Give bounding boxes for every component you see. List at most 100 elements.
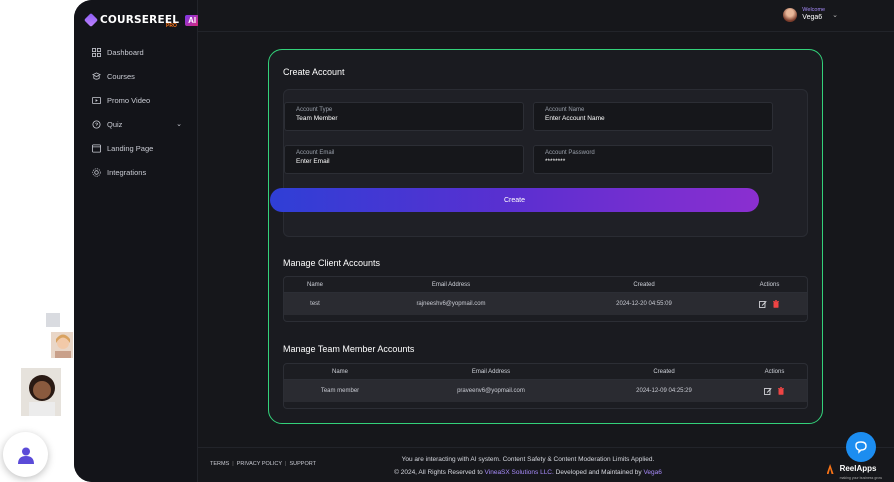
create-account-title: Create Account bbox=[283, 67, 345, 77]
chevron-down-icon[interactable]: ⌄ bbox=[176, 120, 182, 128]
terms-link[interactable]: TERMS bbox=[210, 461, 229, 467]
account-type-value: Team Member bbox=[296, 115, 338, 122]
company-link[interactable]: VineaSX Solutions LLC. bbox=[485, 469, 554, 476]
chat-icon bbox=[855, 441, 867, 454]
landing-icon bbox=[92, 143, 101, 153]
row-email: praveenv6@yopmail.com bbox=[457, 388, 525, 394]
separator: | bbox=[285, 461, 287, 467]
sidebar-item-label: Courses bbox=[107, 71, 135, 81]
table-footer-space bbox=[284, 402, 807, 408]
user-menu[interactable]: Welcome Vega6 ⌄ bbox=[783, 8, 838, 22]
account-management-card: Create Account Account Type Team Member … bbox=[268, 49, 823, 424]
reelapps-tag: making your business grow bbox=[839, 476, 882, 480]
sidebar-item-label: Promo Video bbox=[107, 95, 151, 105]
row-actions bbox=[742, 387, 807, 395]
column-header: Actions bbox=[764, 368, 785, 375]
client-accounts-table: Name Email Address Created Actions test … bbox=[283, 276, 808, 322]
create-account-form: Account Type Team Member Account Name En… bbox=[270, 89, 808, 237]
user-icon bbox=[17, 447, 34, 464]
account-email-field[interactable]: Account Email Enter Email bbox=[284, 145, 524, 174]
account-type-select[interactable]: Account Type Team Member bbox=[284, 102, 524, 131]
account-password-field[interactable]: Account Password ******** bbox=[533, 145, 773, 174]
row-name: test bbox=[310, 301, 320, 307]
sidebar-item-dashboard[interactable]: Dashboard bbox=[74, 40, 198, 64]
sidebar-item-landing-page[interactable]: Landing Page bbox=[74, 136, 198, 160]
support-link[interactable]: SUPPORT bbox=[289, 461, 316, 467]
column-header: Email Address bbox=[471, 368, 511, 375]
reelapps-icon bbox=[826, 464, 834, 474]
deco-square bbox=[46, 313, 60, 327]
delete-icon[interactable] bbox=[772, 300, 780, 308]
brand-badge: AI bbox=[185, 14, 200, 26]
avatar bbox=[783, 8, 798, 22]
table-footer-space bbox=[284, 315, 807, 321]
face-thumbnail bbox=[50, 331, 74, 359]
reelapps-logo[interactable]: ReelApps making your business grow bbox=[826, 458, 882, 480]
username: Vega6 bbox=[802, 14, 823, 22]
copyright-prefix: © 2024, All Rights Reserved to bbox=[394, 469, 485, 476]
developer-link[interactable]: Vega6 bbox=[643, 469, 661, 476]
brand-logo[interactable]: COURSEREEL AI bbox=[83, 12, 200, 28]
table-header: Name Email Address Created Actions bbox=[284, 364, 807, 380]
brand-sub: PRO bbox=[166, 23, 177, 29]
chevron-down-icon: ⌄ bbox=[832, 12, 838, 19]
account-name-label: Account Name bbox=[545, 107, 585, 113]
column-header: Name bbox=[331, 368, 348, 375]
team-accounts-title: Manage Team Member Accounts bbox=[283, 344, 415, 354]
row-actions bbox=[732, 300, 807, 308]
app-window: COURSEREEL AI PRO Dashboard Courses Prom… bbox=[74, 0, 894, 482]
account-password-label: Account Password bbox=[545, 150, 595, 156]
footer-links: TERMS | PRIVACY POLICY | SUPPORT bbox=[210, 461, 316, 467]
row-created: 2024-12-09 04:25:29 bbox=[636, 388, 692, 394]
row-created: 2024-12-20 04:55:09 bbox=[616, 301, 672, 307]
copyright: © 2024, All Rights Reserved to VineaSX S… bbox=[338, 466, 718, 479]
table-header: Name Email Address Created Actions bbox=[284, 277, 807, 293]
client-accounts-title: Manage Client Accounts bbox=[283, 258, 381, 268]
sidebar-item-label: Integrations bbox=[107, 167, 147, 177]
edit-icon[interactable] bbox=[759, 300, 767, 308]
account-email-placeholder: Enter Email bbox=[296, 158, 330, 165]
account-email-label: Account Email bbox=[296, 150, 335, 156]
sidebar-item-promo-video[interactable]: Promo Video bbox=[74, 88, 198, 112]
account-name-placeholder: Enter Account Name bbox=[545, 115, 605, 122]
row-name: Team member bbox=[320, 388, 360, 394]
integrations-icon bbox=[92, 167, 101, 177]
user-profile-button[interactable] bbox=[3, 432, 48, 477]
play-icon bbox=[92, 96, 101, 105]
account-name-field[interactable]: Account Name Enter Account Name bbox=[533, 102, 773, 131]
sidebar-item-quiz[interactable]: Quiz ⌄ bbox=[74, 112, 198, 136]
column-header: Email Address bbox=[431, 281, 471, 288]
edit-icon[interactable] bbox=[764, 387, 772, 395]
quiz-icon bbox=[92, 119, 101, 129]
sidebar-item-label: Dashboard bbox=[107, 47, 144, 57]
delete-icon[interactable] bbox=[777, 387, 785, 395]
sidebar-item-label: Landing Page bbox=[107, 143, 154, 153]
copyright-middle: Developed and Maintained by bbox=[553, 469, 644, 476]
reelapps-name: ReelApps bbox=[839, 464, 877, 473]
footer-notice: You are interacting with AI system. Cont… bbox=[338, 453, 718, 479]
column-header: Created bbox=[653, 368, 675, 375]
column-header: Actions bbox=[759, 281, 780, 288]
account-password-value: ******** bbox=[545, 158, 566, 165]
create-button[interactable]: Create bbox=[270, 188, 759, 212]
team-accounts-table: Name Email Address Created Actions Team … bbox=[283, 363, 808, 409]
sidebar-item-integrations[interactable]: Integrations bbox=[74, 160, 198, 184]
grid-icon bbox=[92, 47, 101, 57]
privacy-policy-link[interactable]: PRIVACY POLICY bbox=[237, 461, 282, 467]
courses-icon bbox=[92, 71, 101, 81]
ai-disclaimer: You are interacting with AI system. Cont… bbox=[401, 456, 655, 463]
sidebar-nav: Dashboard Courses Promo Video Quiz ⌄ Lan… bbox=[74, 40, 198, 184]
help-chat-button[interactable] bbox=[846, 432, 876, 462]
column-header: Created bbox=[633, 281, 655, 288]
sidebar-item-courses[interactable]: Courses bbox=[74, 64, 198, 88]
row-email: rajneeshv6@yopmail.com bbox=[416, 301, 486, 307]
table-row: Team member praveenv6@yopmail.com 2024-1… bbox=[284, 380, 807, 402]
table-row: test rajneeshv6@yopmail.com 2024-12-20 0… bbox=[284, 293, 807, 315]
logo-icon bbox=[83, 12, 99, 28]
top-bar: Welcome Vega6 ⌄ bbox=[198, 0, 894, 32]
sidebar: COURSEREEL AI PRO Dashboard Courses Prom… bbox=[74, 0, 200, 482]
separator: | bbox=[232, 461, 234, 467]
account-type-label: Account Type bbox=[296, 107, 333, 113]
footer: TERMS | PRIVACY POLICY | SUPPORT You are… bbox=[198, 447, 894, 482]
user-info: Welcome Vega6 bbox=[802, 8, 825, 22]
